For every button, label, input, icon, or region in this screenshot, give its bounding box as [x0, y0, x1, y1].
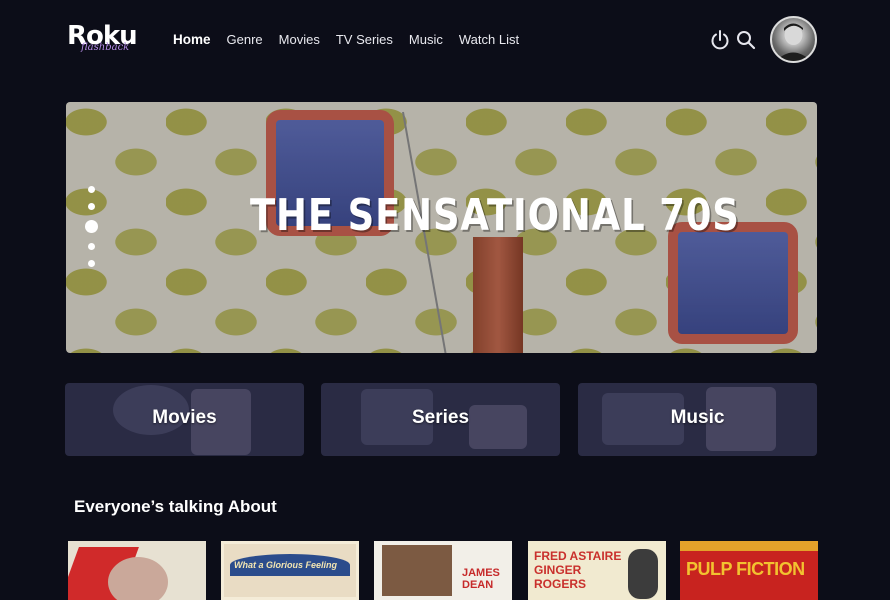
poster-card[interactable]: FRED ASTAIRE GINGER ROGERS: [528, 541, 666, 600]
nav-tv-series[interactable]: TV Series: [336, 31, 393, 49]
nav-home[interactable]: Home: [173, 31, 211, 49]
nav-music[interactable]: Music: [409, 31, 443, 49]
category-label: Movies: [152, 407, 217, 428]
carousel-dot[interactable]: [87, 260, 95, 267]
carousel-dot[interactable]: [87, 243, 95, 250]
poster-card[interactable]: [68, 541, 206, 600]
carousel-dot[interactable]: [87, 203, 95, 210]
poster-card[interactable]: What a Glorious Feeling: [221, 541, 359, 600]
search-icon[interactable]: [735, 29, 757, 51]
logo-subtext: flashback: [81, 42, 130, 53]
poster-card[interactable]: JAMES DEAN: [374, 541, 512, 600]
carousel-dot[interactable]: [87, 186, 95, 193]
category-tile-movies[interactable]: Movies: [65, 383, 304, 456]
hero-banner[interactable]: The Sensational 70s: [66, 102, 817, 353]
hero-title: The Sensational 70s: [250, 190, 740, 241]
nav-genre[interactable]: Genre: [227, 31, 263, 49]
category-tile-music[interactable]: Music: [578, 383, 817, 456]
carousel-dot-active[interactable]: [84, 220, 98, 233]
nav-movies[interactable]: Movies: [279, 31, 320, 49]
main-nav: Home Genre Movies TV Series Music Watch …: [173, 31, 535, 49]
section-title: Everyone’s talking About: [74, 497, 277, 516]
power-icon[interactable]: [709, 29, 731, 51]
nav-watch-list[interactable]: Watch List: [459, 31, 519, 49]
category-label: Music: [670, 407, 725, 428]
category-tile-series[interactable]: Series: [321, 383, 560, 456]
carousel-indicator: [84, 186, 98, 277]
user-avatar[interactable]: [770, 16, 817, 63]
category-label: Series: [411, 407, 470, 428]
poster-card[interactable]: PULP FICTION: [680, 541, 818, 600]
roku-flashback-logo[interactable]: Roku flashback: [67, 22, 149, 58]
